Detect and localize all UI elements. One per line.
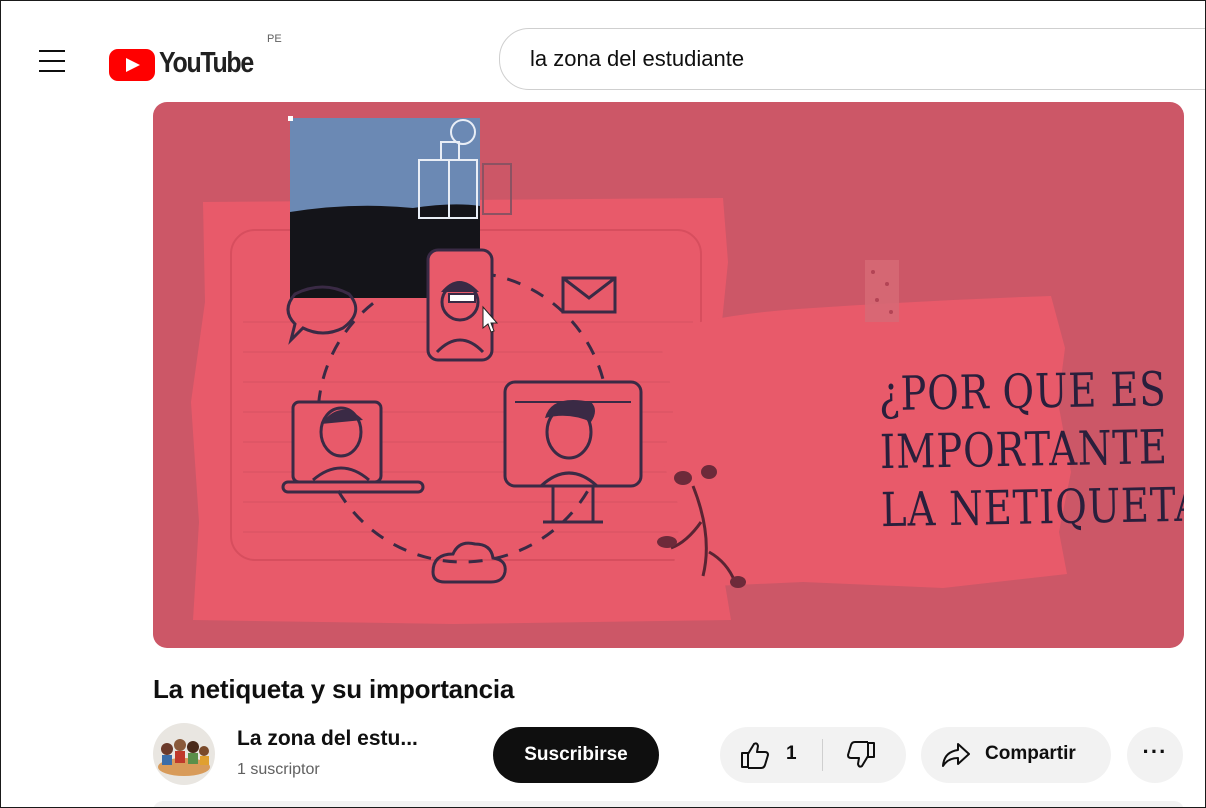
youtube-play-icon bbox=[109, 49, 155, 81]
share-icon bbox=[942, 743, 970, 767]
browser-frame: YouTube PE la zona del estudiante ¿POR Q… bbox=[0, 0, 1206, 808]
dislike-icon bbox=[847, 741, 875, 768]
youtube-logo[interactable]: YouTube PE bbox=[109, 33, 282, 83]
channel-avatar[interactable] bbox=[153, 723, 215, 785]
video-title: La netiqueta y su importancia bbox=[153, 674, 515, 704]
more-actions-button[interactable]: ··· bbox=[1127, 727, 1183, 783]
subscribe-button[interactable]: Suscribirse bbox=[493, 727, 659, 783]
search-input[interactable] bbox=[528, 43, 1172, 75]
search-box[interactable] bbox=[499, 28, 1205, 90]
dislike-button[interactable] bbox=[824, 727, 906, 783]
avatar-illustration bbox=[158, 739, 210, 776]
video-player[interactable]: ¿POR QUE ES IMPORTANTE LA NETIQUETA? bbox=[153, 102, 1184, 648]
more-icon: ··· bbox=[1142, 739, 1168, 764]
headline-line-3: LA NETIQUETA? bbox=[880, 477, 1184, 539]
like-button[interactable]: 1 bbox=[720, 727, 822, 783]
menu-icon[interactable] bbox=[31, 41, 71, 81]
like-icon bbox=[741, 742, 769, 769]
share-label: Compartir bbox=[985, 743, 1076, 764]
share-button[interactable]: Compartir bbox=[921, 727, 1111, 783]
like-dislike-group: 1 bbox=[720, 727, 906, 783]
like-count: 1 bbox=[786, 743, 797, 764]
channel-name[interactable]: La zona del estu... bbox=[237, 727, 418, 751]
thumbnail-headline: ¿POR QUE ES IMPORTANTE LA NETIQUETA? bbox=[878, 362, 1184, 540]
headline-line-2: IMPORTANTE bbox=[879, 420, 1169, 481]
region-code: PE bbox=[267, 33, 282, 45]
like-divider bbox=[822, 739, 823, 771]
subscriber-count: 1 suscriptor bbox=[237, 761, 320, 778]
description-box-edge bbox=[153, 801, 1184, 807]
logo-text: YouTube bbox=[159, 47, 254, 79]
headline-line-1: ¿POR QUE ES bbox=[878, 362, 1167, 423]
